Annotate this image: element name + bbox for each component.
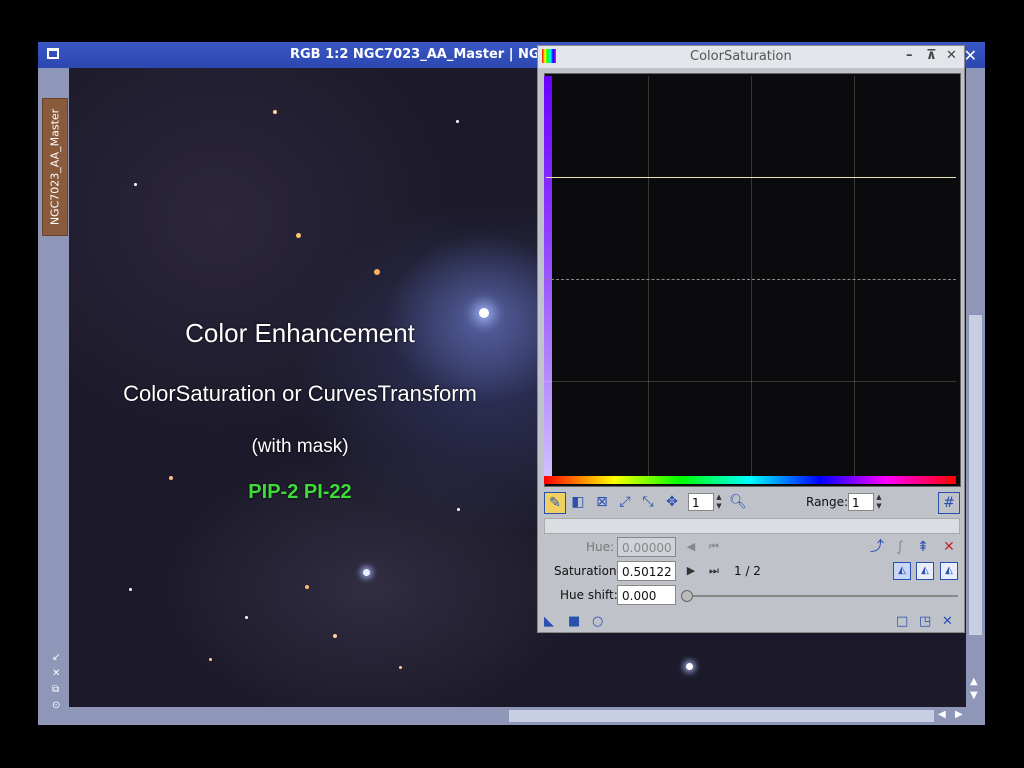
invert-curve-icon[interactable]: ⤴ bbox=[867, 537, 887, 557]
grid-line bbox=[751, 76, 752, 476]
close-icon[interactable]: ✕ bbox=[964, 46, 977, 65]
overlay-subheading: ColorSaturation or CurvesTransform bbox=[123, 381, 477, 406]
align-icon[interactable]: ⇞ bbox=[913, 537, 933, 557]
track-view-icon[interactable]: ◳ bbox=[919, 614, 931, 629]
horizontal-scroll-thumb[interactable] bbox=[509, 710, 934, 722]
apply-global-icon[interactable]: ○ bbox=[592, 614, 603, 629]
new-instance-icon[interactable]: ◣ bbox=[544, 614, 554, 629]
clone-icon[interactable]: ⧉ bbox=[52, 685, 59, 695]
hue-shift-label: Hue shift: bbox=[560, 588, 618, 602]
akima-interpolation-icon[interactable]: ◭ bbox=[893, 562, 911, 580]
close-icon[interactable]: ✕ bbox=[946, 48, 957, 63]
grid-line bbox=[544, 381, 956, 382]
star bbox=[333, 634, 337, 638]
dialog-status-bar bbox=[544, 518, 960, 534]
pan-icon[interactable]: ✥ bbox=[662, 492, 682, 512]
previous-point-icon[interactable]: ◀ bbox=[681, 537, 701, 557]
grid-line bbox=[648, 76, 649, 476]
image-left-strip: NGC7023_AA_Master ↙ ✕ ⧉ ⊙ bbox=[38, 68, 69, 725]
view-id-tab[interactable]: NGC7023_AA_Master bbox=[42, 98, 68, 236]
hue-shift-slider-knob[interactable] bbox=[681, 590, 693, 602]
star bbox=[129, 588, 132, 591]
range-input[interactable]: 1 bbox=[848, 493, 874, 511]
process-icon bbox=[542, 49, 556, 63]
hue-shift-field[interactable]: 0.000 bbox=[617, 585, 676, 605]
curve-editor[interactable] bbox=[544, 73, 961, 487]
star bbox=[456, 120, 459, 123]
preview-icon[interactable]: □ bbox=[896, 614, 908, 629]
hue-shift-slider-track[interactable] bbox=[683, 595, 958, 597]
point-index: 1 / 2 bbox=[734, 564, 761, 578]
minimize-icon[interactable]: – bbox=[906, 48, 913, 63]
zoom-spinner[interactable]: ▲ ▼ bbox=[713, 493, 725, 511]
vertical-scroll-thumb[interactable] bbox=[969, 315, 982, 635]
next-point-icon[interactable]: ▶ bbox=[681, 561, 701, 581]
hue-field[interactable]: 0.00000 bbox=[617, 537, 676, 557]
reset-dialog-icon[interactable]: ✕ bbox=[942, 614, 953, 629]
horizontal-scrollbar[interactable]: ◀ ▶ bbox=[69, 707, 966, 725]
shade-icon[interactable]: ⊼ bbox=[926, 48, 937, 63]
hue-label: Hue: bbox=[586, 540, 615, 554]
color-saturation-dialog: ColorSaturation – ⊼ ✕ ✎ ◧ ⊠ ⤢ ⤡ ✥ 1 ▲ ▼ 🔍… bbox=[537, 45, 965, 633]
star bbox=[169, 476, 173, 480]
star bbox=[399, 666, 402, 669]
linear-interpolation-icon[interactable]: ◭ bbox=[940, 562, 958, 580]
select-point-icon[interactable]: ◧ bbox=[568, 492, 588, 512]
hue-scale-bar bbox=[544, 476, 956, 484]
zoom-in-icon[interactable]: ⤢ bbox=[615, 492, 635, 512]
zoom-out-icon[interactable]: ⤡ bbox=[638, 492, 658, 512]
window-menu-icon[interactable] bbox=[47, 48, 59, 59]
apply-icon[interactable]: ■ bbox=[568, 614, 580, 629]
smooth-curve-icon[interactable]: ∫ bbox=[890, 537, 910, 557]
star bbox=[296, 233, 301, 238]
dialog-titlebar[interactable]: ColorSaturation – ⊼ ✕ bbox=[538, 46, 964, 68]
zoom-factor-input[interactable]: 1 bbox=[688, 493, 714, 511]
reset-icon[interactable]: ✕ bbox=[939, 537, 959, 557]
overlay-note: (with mask) bbox=[251, 436, 349, 457]
scroll-up-icon[interactable]: ▲ bbox=[970, 676, 978, 687]
lock-icon[interactable]: ⊙ bbox=[52, 701, 60, 711]
star bbox=[479, 308, 489, 318]
star bbox=[686, 663, 693, 670]
star bbox=[363, 569, 370, 576]
pin-icon[interactable]: ↙ bbox=[52, 653, 60, 663]
magnifier-icon[interactable]: 🔍︎ bbox=[728, 492, 748, 512]
dialog-title: ColorSaturation bbox=[690, 49, 792, 64]
star bbox=[305, 585, 309, 589]
view-id-label: NGC7023_AA_Master bbox=[48, 108, 62, 226]
first-point-icon[interactable]: ⏮ bbox=[704, 537, 724, 557]
neutral-reference-line bbox=[546, 279, 956, 280]
star bbox=[273, 110, 277, 114]
fit-view-icon[interactable]: ✕ bbox=[52, 669, 60, 679]
star bbox=[209, 658, 212, 661]
saturation-scale-bar bbox=[544, 76, 552, 476]
cubic-interpolation-icon[interactable]: ◭ bbox=[916, 562, 934, 580]
last-point-icon[interactable]: ⏭ bbox=[704, 561, 724, 581]
delete-point-mode-icon[interactable]: ⊠ bbox=[592, 492, 612, 512]
scroll-left-icon[interactable]: ◀ bbox=[938, 709, 946, 720]
star bbox=[245, 616, 248, 619]
vertical-scrollbar[interactable]: ▲ ▼ bbox=[966, 68, 985, 707]
overlay-tag: PIP-2 PI-22 bbox=[248, 481, 352, 503]
saturation-field[interactable]: 0.50122 bbox=[617, 561, 676, 581]
star bbox=[374, 269, 380, 275]
grid-line bbox=[854, 76, 855, 476]
saturation-curve[interactable] bbox=[546, 177, 956, 178]
star bbox=[134, 183, 137, 186]
saturation-label: Saturation: bbox=[554, 564, 621, 578]
scroll-down-icon[interactable]: ▼ bbox=[970, 690, 978, 701]
range-spinner[interactable]: ▲ ▼ bbox=[873, 493, 885, 511]
grid-toggle-icon[interactable]: # bbox=[938, 492, 960, 514]
scroll-right-icon[interactable]: ▶ bbox=[955, 709, 963, 720]
overlay-heading: Color Enhancement bbox=[185, 318, 415, 348]
edit-point-mode-icon[interactable]: ✎ bbox=[544, 492, 566, 514]
star bbox=[457, 508, 460, 511]
range-label: Range: bbox=[806, 495, 849, 509]
